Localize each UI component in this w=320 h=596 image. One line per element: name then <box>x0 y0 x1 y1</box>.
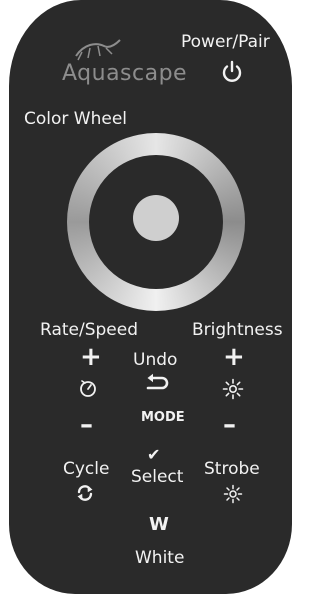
sun-icon <box>222 378 244 400</box>
speed-indicator <box>78 378 98 398</box>
strobe-icon <box>223 484 243 504</box>
undo-arrow-icon <box>146 373 169 390</box>
select-button[interactable]: Select <box>131 467 183 487</box>
undo-label: Undo <box>133 350 178 370</box>
brightness-label: Brightness <box>192 320 283 340</box>
speed-increase-button[interactable]: + <box>80 344 102 370</box>
white-label: White <box>135 548 185 568</box>
strobe-label: Strobe <box>204 459 260 479</box>
strobe-button[interactable] <box>223 484 243 504</box>
power-icon <box>222 60 242 82</box>
brightness-indicator <box>222 378 244 400</box>
color-wheel-label: Color Wheel <box>24 109 128 129</box>
timer-icon <box>80 380 96 397</box>
white-button[interactable]: W <box>149 515 169 535</box>
power-pair-label: Power/Pair <box>181 32 270 52</box>
mode-button[interactable]: MODE <box>141 408 185 428</box>
cycle-button[interactable] <box>75 483 95 503</box>
power-button[interactable] <box>220 60 244 84</box>
brand-logo <box>70 36 122 64</box>
brightness-increase-button[interactable]: + <box>223 344 245 370</box>
checkmark-icon: ✔ <box>147 445 161 464</box>
undo-button[interactable] <box>144 373 170 395</box>
color-wheel-center-button[interactable] <box>133 195 179 241</box>
speed-decrease-button[interactable]: – <box>80 412 93 438</box>
cycle-label: Cycle <box>63 459 110 479</box>
cycle-arrows-icon <box>77 485 93 501</box>
rate-speed-label: Rate/Speed <box>40 320 138 340</box>
salamander-logo-icon <box>75 39 121 61</box>
brightness-decrease-button[interactable]: – <box>223 412 236 438</box>
brand-name: Aquascape <box>62 61 188 86</box>
